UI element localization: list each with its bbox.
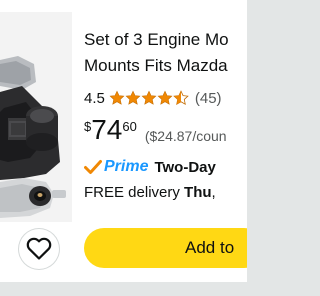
engine-mount-image <box>0 12 72 222</box>
rating-value: 4.5 <box>84 89 105 107</box>
product-title[interactable]: Set of 3 Engine Mo Mounts Fits Mazda <box>84 27 247 79</box>
rating-row[interactable]: 4.5 (45) <box>84 87 222 109</box>
star-half-icon <box>173 90 189 105</box>
delivery-day: Thu <box>184 184 212 201</box>
price-whole: 74 <box>91 114 123 145</box>
checkmark-icon <box>84 160 102 174</box>
unit-price: ($24.87/coun <box>144 128 227 144</box>
price: $ 74 60 ($24.87/coun <box>84 114 227 150</box>
star-rating[interactable] <box>109 90 189 106</box>
price-fraction: 60 <box>122 119 137 134</box>
product-title-line-1[interactable]: Set of 3 Engine Mo <box>84 27 247 53</box>
price-currency: $ <box>84 119 92 134</box>
delivery-info: FREE delivery Thu, <box>84 184 216 201</box>
delivery-text: FREE delivery <box>84 184 185 201</box>
add-to-cart-label: Add to <box>185 238 235 257</box>
review-count[interactable]: (45) <box>195 90 222 107</box>
product-card[interactable]: Set of 3 Engine Mo Mounts Fits Mazda 4.5… <box>0 0 247 282</box>
star-icon <box>157 90 173 105</box>
prime-label: Prime <box>104 158 149 175</box>
add-to-cart-button[interactable]: Add to <box>84 228 247 268</box>
heart-icon <box>26 237 52 260</box>
star-icon <box>109 90 125 105</box>
star-icon <box>141 90 157 105</box>
product-info: Set of 3 Engine Mo Mounts Fits Mazda 4.5… <box>84 0 247 282</box>
product-image[interactable] <box>0 12 72 222</box>
delivery-suffix: , <box>211 184 216 201</box>
add-to-list-button[interactable] <box>19 229 59 269</box>
product-title-line-2[interactable]: Mounts Fits Mazda <box>84 53 247 79</box>
prime-delivery-speed: Two-Day <box>154 158 216 176</box>
star-icon <box>125 90 141 105</box>
prime-badge: Prime Two-Day <box>84 157 216 177</box>
